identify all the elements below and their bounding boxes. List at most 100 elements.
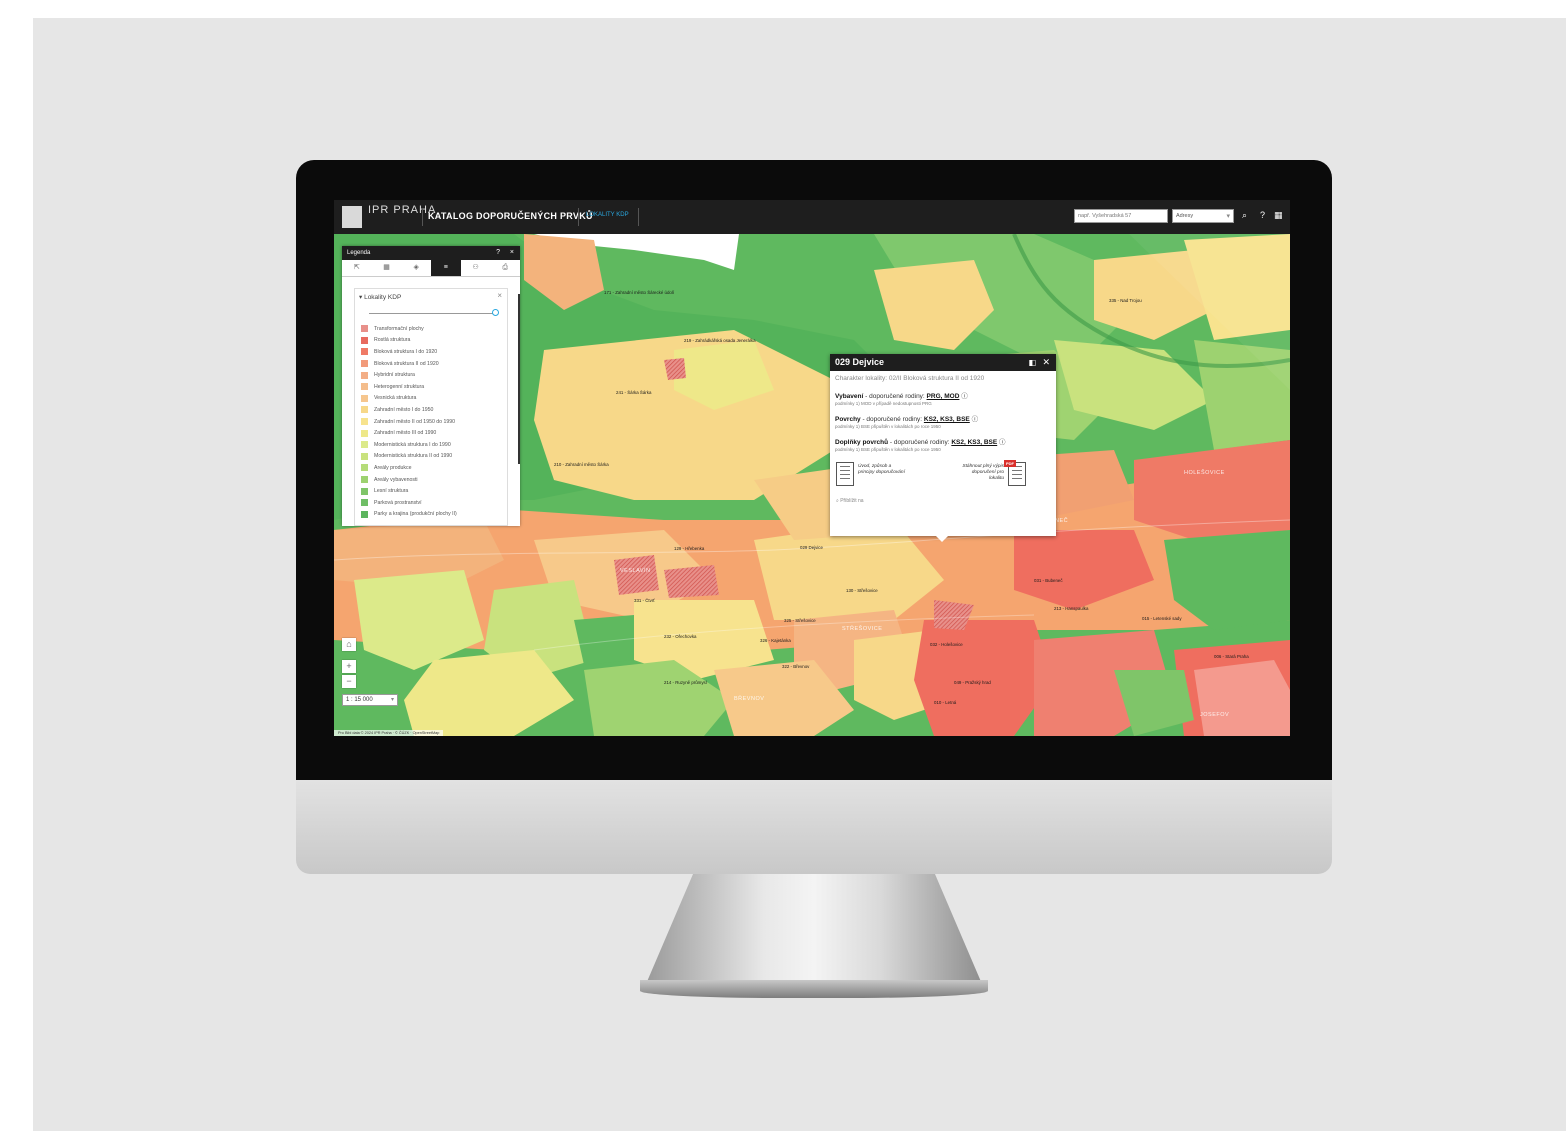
intro-doc-link[interactable]: Úvod, způsob a principy doporučování xyxy=(858,464,906,476)
legend-swatch xyxy=(361,464,368,472)
legend-item-label: Zahradní město II od 1950 do 1990 xyxy=(374,418,456,425)
scale-select[interactable]: 1 : 15 000 ▾ xyxy=(342,694,398,706)
district-label: HOLEŠOVICE xyxy=(1184,470,1225,476)
legend-swatch xyxy=(361,476,368,484)
legend-swatch xyxy=(361,394,368,402)
close-icon[interactable]: × xyxy=(497,291,502,300)
help-icon[interactable]: ? xyxy=(496,246,500,260)
legend-item: Hybridní struktura xyxy=(361,369,457,381)
popup-row: Vybavení - doporučené rodiny: PRG, MOD ⓘ… xyxy=(835,390,1051,406)
search-icon[interactable]: ⌕ xyxy=(1242,210,1247,220)
legend-item-label: Areály produkce xyxy=(374,464,412,471)
families-link[interactable]: KS2, KS3, BSE xyxy=(951,439,997,446)
search-type-select[interactable]: Adresy ▾ xyxy=(1172,209,1234,223)
close-icon[interactable]: × xyxy=(510,246,514,260)
legend-item-label: Parky a krajina (produkční plochy II) xyxy=(374,511,457,518)
opacity-slider[interactable] xyxy=(369,313,497,314)
dock-icon[interactable]: ◧ xyxy=(1028,354,1036,371)
legend-item-label: Areály vybavenosti xyxy=(374,476,418,483)
row-mid: - doporučené rodiny: xyxy=(888,439,952,446)
zoom-in-button[interactable]: + xyxy=(342,660,356,673)
legend-swatch xyxy=(361,487,368,495)
download-doc-link[interactable]: Stáhnout plný výpis doporučení pro lokal… xyxy=(956,464,1004,482)
legend-item: Bloková struktura II od 1920 xyxy=(361,358,457,370)
legend-swatch xyxy=(361,336,368,344)
legend-swatch xyxy=(361,418,368,426)
families-link[interactable]: PRG, MOD xyxy=(927,393,960,400)
legend-item: Zahradní město III od 1990 xyxy=(361,427,457,439)
home-icon[interactable]: ⌂ xyxy=(342,638,356,651)
layers-icon[interactable]: ◈ xyxy=(401,260,431,276)
legend-item: Areály produkce xyxy=(361,462,457,474)
info-icon[interactable]: ⓘ xyxy=(972,416,979,423)
legend-item: Lesní struktura xyxy=(361,485,457,497)
tab-lokality-kdp[interactable]: LOKALITY KDP xyxy=(586,212,629,218)
legend-swatch xyxy=(361,348,368,356)
map-label: 006 - Stará Praha xyxy=(1214,654,1249,659)
info-icon[interactable]: ⓘ xyxy=(999,439,1006,446)
legend-swatch xyxy=(361,499,368,507)
scale-value: 1 : 15 000 xyxy=(346,697,373,703)
legend-item-label: Modernistická struktura II od 1990 xyxy=(374,453,453,460)
legend-swatch xyxy=(361,406,368,414)
popup-body: Charakter lokality: 02/II Bloková strukt… xyxy=(830,371,1056,463)
grid-icon[interactable]: ▦ xyxy=(372,260,402,276)
map-label: 032 - Holešovice xyxy=(930,642,963,647)
map-label: 241 - Šárka Šárka xyxy=(616,390,652,395)
legend-item: Modernistická struktura II od 1990 xyxy=(361,451,457,463)
close-icon[interactable]: ✕ xyxy=(1042,354,1050,371)
info-icon[interactable]: ⓘ xyxy=(961,393,968,400)
search-type-value: Adresy xyxy=(1176,213,1194,219)
monitor-base xyxy=(640,980,988,998)
map-label: 210 - Zahradní město Šárka xyxy=(554,462,609,467)
row-mid: - doporučené rodiny: xyxy=(863,393,927,400)
map-label: 213 - Hanspaulka xyxy=(1054,606,1089,611)
list-icon[interactable]: ≡ xyxy=(431,260,461,276)
monitor-stand xyxy=(646,874,982,984)
row-name: Vybavení xyxy=(835,393,864,400)
scrollbar[interactable] xyxy=(518,294,520,464)
district-label: VESLAVÍN xyxy=(620,568,651,574)
legend-swatch xyxy=(361,441,368,449)
legend-item-label: Zahradní město I do 1950 xyxy=(374,406,434,413)
legend-item-label: Hybridní struktura xyxy=(374,372,415,379)
print-icon[interactable]: ⎙ xyxy=(490,260,520,276)
legend-item: Transformační plochy xyxy=(361,323,457,335)
legend-item: Parky a krajina (produkční plochy II) xyxy=(361,509,457,521)
map-label: 325 - Střešovice xyxy=(784,618,816,623)
row-conditions: podmínky 1) BSE připuštěn v lokalitách p… xyxy=(835,447,941,452)
legend-panel: Legenda ? × ⇱ ▦ ◈ ≡ ⚇ ⎙ ▾ Lokality KDP ×… xyxy=(342,246,520,526)
layer-toggle[interactable]: ▾ Lokality KDP xyxy=(359,293,401,301)
legend-item-label: Bloková struktura I do 1920 xyxy=(374,348,438,355)
map-label: 010 - Letná xyxy=(934,700,957,705)
monitor-chin xyxy=(296,780,1332,874)
map-label: 335 - Nad Trojou xyxy=(1109,298,1142,303)
export-icon[interactable]: ⇱ xyxy=(342,260,372,276)
legend-swatch xyxy=(361,452,368,460)
document-icon[interactable] xyxy=(836,462,854,486)
group-icon[interactable]: ⚇ xyxy=(461,260,491,276)
map-label: 129 - Hřebenka xyxy=(674,546,705,551)
app-title: KATALOG DOPORUČENÝCH PRVKŮ xyxy=(428,211,593,221)
zoom-to-link[interactable]: ⌕ Přiblížit na xyxy=(836,498,864,504)
legend-item: Parková prostranství xyxy=(361,497,457,509)
map-label: 326 - Kajetánka xyxy=(760,638,791,643)
pdf-icon[interactable]: PDF xyxy=(1004,460,1026,486)
row-conditions: podmínky 1) BSE připuštěn v lokalitách p… xyxy=(835,424,941,429)
legend-list: Transformační plochy Rostlá struktura Blok… xyxy=(361,323,457,520)
search-input[interactable]: např. Vyšehradská 57 xyxy=(1074,209,1168,223)
families-link[interactable]: KS2, KS3, BSE xyxy=(924,416,970,423)
legend-swatch xyxy=(361,383,368,391)
legend-item-label: Modernistická struktura I do 1990 xyxy=(374,441,451,448)
district-label: BŘEVNOV xyxy=(734,696,765,702)
popup-row: Doplňky povrchů - doporučené rodiny: KS2… xyxy=(835,436,1051,452)
district-label: STŘEŠOVICE xyxy=(842,626,883,632)
legend-item: Vesnická struktura xyxy=(361,393,457,405)
zoom-out-button[interactable]: − xyxy=(342,675,356,688)
district-label: JOSEFOV xyxy=(1200,712,1230,718)
chevron-down-icon: ▾ xyxy=(390,697,394,703)
layer-legend: ▾ Lokality KDP × Transformační plochy Ros… xyxy=(354,288,508,526)
help-icon[interactable]: ? xyxy=(1260,210,1265,220)
slider-handle[interactable] xyxy=(492,309,499,316)
apps-icon[interactable]: ▦ xyxy=(1274,210,1283,220)
